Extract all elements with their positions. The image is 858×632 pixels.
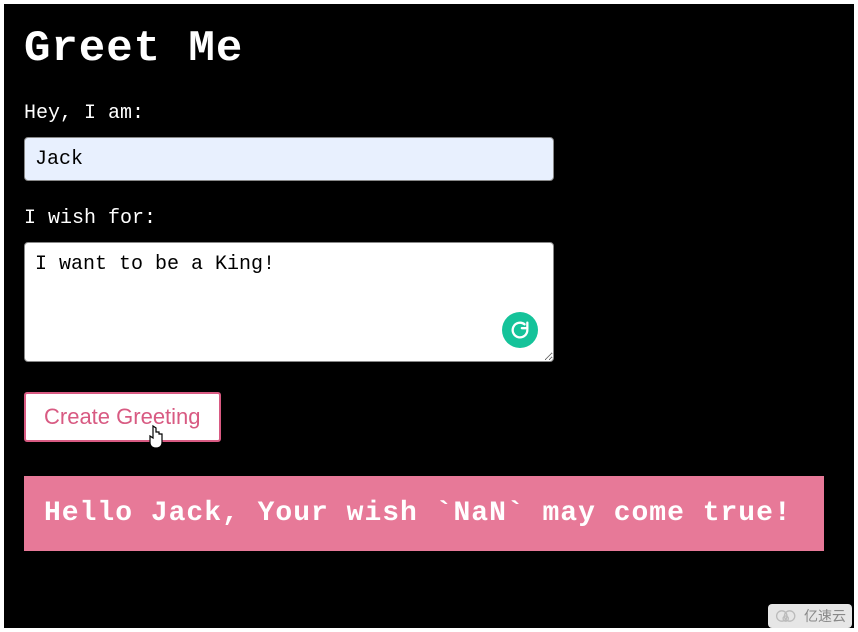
wish-label: I wish for:	[24, 207, 834, 230]
watermark: 亿速云	[768, 604, 852, 628]
watermark-text: 亿速云	[804, 606, 846, 626]
submit-button-wrap: Create Greeting	[24, 392, 221, 476]
wish-textarea-wrap	[24, 242, 554, 362]
wish-textarea[interactable]	[24, 242, 554, 362]
greeting-output: Hello Jack, Your wish `NaN` may come tru…	[24, 476, 824, 551]
create-greeting-button[interactable]: Create Greeting	[24, 392, 221, 442]
page-title: Greet Me	[24, 24, 834, 74]
name-input[interactable]	[24, 137, 554, 181]
app-frame: Greet Me Hey, I am: I wish for: Create G…	[4, 4, 854, 628]
grammarly-icon[interactable]	[502, 312, 538, 348]
watermark-logo-icon	[774, 607, 800, 625]
name-label: Hey, I am:	[24, 102, 834, 125]
